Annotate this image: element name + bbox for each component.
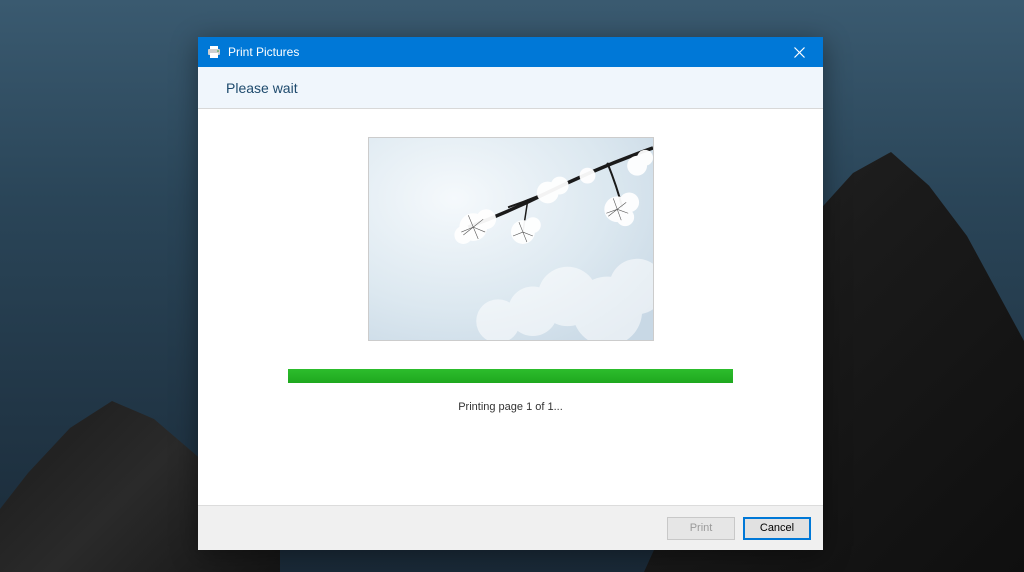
subtitle-bar: Please wait xyxy=(198,67,823,109)
title-bar: Print Pictures xyxy=(198,37,823,67)
content-area: Printing page 1 of 1... xyxy=(198,109,823,505)
button-bar: Print Cancel xyxy=(198,505,823,550)
status-text: Printing page 1 of 1... xyxy=(458,401,563,413)
print-preview-thumbnail xyxy=(368,137,654,341)
cancel-button[interactable]: Cancel xyxy=(743,517,811,540)
print-pictures-dialog: Print Pictures Please wait xyxy=(198,37,823,550)
dialog-title: Print Pictures xyxy=(228,45,779,59)
print-button: Print xyxy=(667,517,735,540)
subtitle-text: Please wait xyxy=(226,80,298,96)
printer-icon xyxy=(206,44,222,60)
close-button[interactable] xyxy=(779,38,819,66)
progress-bar xyxy=(288,369,733,383)
progress-bar-fill xyxy=(288,369,733,383)
